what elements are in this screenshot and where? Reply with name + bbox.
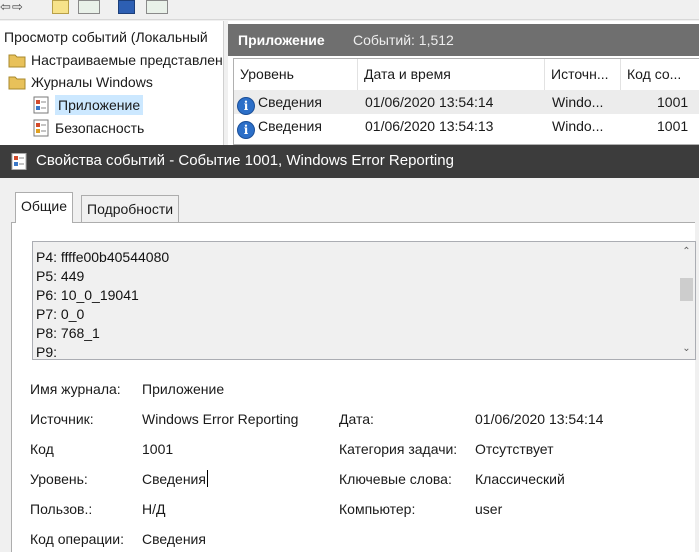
tree-item-label: Журналы Windows [31, 74, 153, 90]
folder-icon [8, 76, 26, 90]
column-header-datetime[interactable]: Дата и время [358, 59, 545, 90]
row-datetime: 01/06/2020 13:54:14 [365, 94, 494, 110]
description-line: P5: 449 [36, 268, 85, 284]
description-line: P6: 10_0_19041 [36, 287, 139, 303]
dialog-titlebar[interactable]: Свойства событий - Событие 1001, Windows… [0, 145, 699, 178]
chevron-up-icon[interactable]: ⌃ [678, 244, 695, 260]
column-header-level[interactable]: Уровень [234, 59, 358, 90]
row-datetime: 01/06/2020 13:54:13 [365, 118, 494, 134]
general-tab-panel: P4: ffffe00b40544080 P5: 449 P6: 10_0_19… [11, 222, 696, 552]
column-header-source[interactable]: Источн... [545, 59, 621, 90]
log-icon [11, 153, 27, 170]
panel-icon[interactable] [146, 0, 168, 14]
row-source: Windo... [552, 118, 604, 134]
row-level: Сведения [258, 118, 322, 134]
row-code: 1001 [657, 94, 689, 110]
task-category-label: Категория задачи: [339, 441, 458, 457]
log-icon [33, 119, 49, 137]
user-value: Н/Д [142, 501, 166, 517]
view-icon[interactable] [78, 0, 100, 14]
computer-label: Компьютер: [339, 501, 416, 517]
keywords-value: Классический [475, 471, 565, 487]
list-title: Приложение [238, 32, 325, 48]
tree-item-event-viewer[interactable]: Просмотр событий (Локальный [4, 26, 208, 48]
computer-value: user [475, 501, 503, 517]
level-value-field[interactable]: Сведения [142, 469, 208, 489]
description-line: P9: [36, 344, 58, 360]
folder-icon[interactable] [52, 0, 69, 14]
tab-details[interactable]: Подробности [81, 195, 180, 223]
code-label: Код [30, 441, 54, 457]
chevron-down-icon[interactable]: ⌄ [678, 341, 695, 357]
log-name-value: Приложение [142, 381, 225, 397]
tree-item-label: Настраиваемые представлен [31, 52, 223, 68]
event-description-box[interactable]: P4: ffffe00b40544080 P5: 449 P6: 10_0_19… [32, 241, 696, 360]
events-list-pane: Приложение Событий: 1,512 Уровень Дата и… [228, 21, 699, 145]
tree-item-label: Безопасность [55, 120, 145, 136]
toolbar: ⇦ ⇨ [0, 0, 699, 20]
date-label: Дата: [339, 411, 374, 427]
row-level: Сведения [258, 94, 322, 110]
user-label: Пользов.: [30, 501, 93, 517]
opcode-label: Код операции: [30, 531, 124, 547]
task-category-value: Отсутствует [475, 441, 554, 457]
event-viewer-window: ⇦ ⇨ Просмотр событий (Локальный Настраив… [0, 0, 699, 145]
tree-item-label: Просмотр событий (Локальный [4, 29, 208, 45]
log-icon [33, 96, 49, 114]
column-header-code[interactable]: Код со... [621, 59, 699, 90]
tree-item-application[interactable]: Приложение [32, 94, 144, 116]
description-scrollbar[interactable]: ⌃ ⌄ [678, 242, 695, 359]
tree-item-windows-logs[interactable]: Журналы Windows [8, 71, 153, 93]
table-row[interactable]: i Сведения 01/06/2020 13:54:14 Windo... 1… [234, 90, 699, 115]
folder-icon [8, 54, 26, 68]
dialog-title: Свойства событий - Событие 1001, Windows… [36, 152, 454, 169]
level-label: Уровень: [30, 471, 88, 487]
table-row[interactable]: i Сведения 01/06/2020 13:54:13 Windo... 1… [234, 114, 699, 139]
event-properties-dialog: Свойства событий - Событие 1001, Windows… [0, 145, 699, 552]
events-table: Уровень Дата и время Источн... Код со...… [233, 58, 699, 145]
opcode-value: Сведения [142, 531, 206, 547]
row-code: 1001 [657, 118, 689, 134]
list-header: Приложение Событий: 1,512 [228, 24, 699, 56]
tree-item-label: Приложение [55, 95, 144, 115]
keywords-label: Ключевые слова: [339, 471, 452, 487]
description-line: P7: 0_0 [36, 306, 85, 322]
dialog-body: Общие Подробности P4: ffffe00b40544080 P… [0, 178, 699, 552]
tab-general[interactable]: Общие [15, 192, 74, 223]
event-count: Событий: 1,512 [353, 32, 454, 48]
info-icon: i [237, 121, 255, 139]
level-value: Сведения [142, 471, 206, 487]
navigation-tree: Просмотр событий (Локальный Настраиваемы… [0, 21, 224, 145]
tree-item-custom-views[interactable]: Настраиваемые представлен [8, 49, 223, 71]
tree-item-security[interactable]: Безопасность [32, 117, 144, 139]
scroll-thumb[interactable] [680, 278, 693, 301]
description-line: P8: 768_1 [36, 325, 100, 341]
code-value: 1001 [142, 441, 174, 457]
source-label: Источник: [30, 411, 94, 427]
info-icon: i [237, 97, 255, 115]
forward-arrow-icon[interactable]: ⇨ [12, 0, 34, 14]
help-icon[interactable] [118, 0, 135, 14]
date-value: 01/06/2020 13:54:14 [475, 411, 604, 427]
row-source: Windo... [552, 94, 604, 110]
text-caret [206, 470, 208, 487]
source-value: Windows Error Reporting [142, 411, 299, 427]
log-name-label: Имя журнала: [30, 381, 121, 397]
description-line: P4: ffffe00b40544080 [36, 249, 170, 265]
